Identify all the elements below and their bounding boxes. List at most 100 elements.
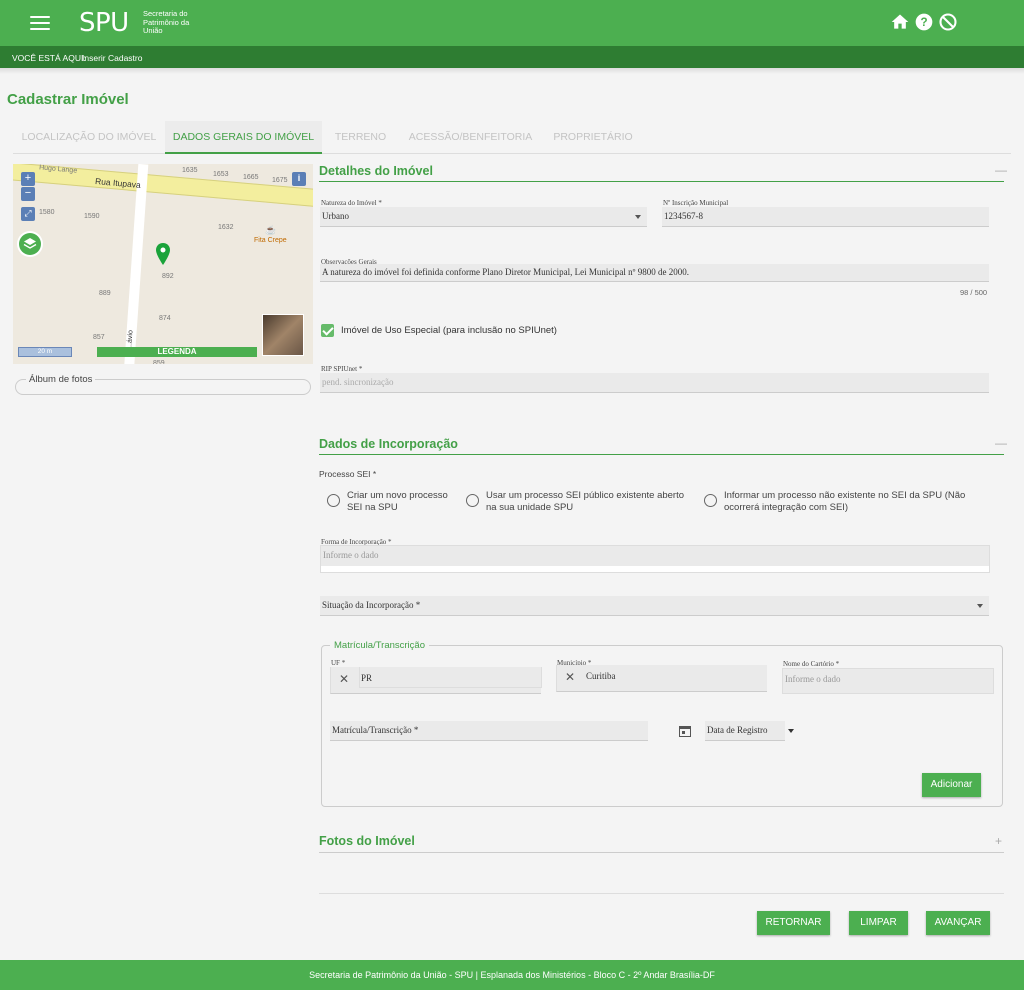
forma-incorporacao-input[interactable]: Informe o dado xyxy=(320,545,990,573)
spu-logo: SPU xyxy=(79,8,129,38)
info-button[interactable]: i xyxy=(292,172,306,186)
footer: Secretaria de Patrimônio da União - SPU … xyxy=(0,960,1024,990)
layers-icon xyxy=(23,238,37,249)
dropdown-arrow-icon xyxy=(977,604,983,608)
breadcrumb-current[interactable]: Inserir Cadastro xyxy=(82,53,142,63)
forma-incorporacao-placeholder: Informe o dado xyxy=(323,550,379,560)
uf-value: PR xyxy=(361,673,373,683)
album-fieldset[interactable]: Álbum de fotos xyxy=(15,374,311,395)
map-number: 859 xyxy=(153,360,165,364)
breadcrumb-label: VOCÊ ESTÁ AQUI: xyxy=(12,53,86,63)
section-incorporacao-title: Dados de Incorporação xyxy=(319,437,458,451)
map-number: 1632 xyxy=(218,224,234,231)
map-number: 857 xyxy=(93,334,105,341)
map-number: 892 xyxy=(162,273,174,280)
clear-municipio-icon[interactable]: ✕ xyxy=(565,670,575,684)
clear-uf-icon[interactable]: ✕ xyxy=(339,672,349,686)
tab-bar: LOCALIZAÇÃO DO IMÓVEL DADOS GERAIS DO IM… xyxy=(13,121,1011,154)
map-number: 874 xyxy=(159,315,171,322)
uf-label: UF * xyxy=(331,659,346,667)
svg-text:?: ? xyxy=(920,16,927,29)
map-number: 1675 xyxy=(272,177,288,184)
tab-acessao[interactable]: ACESSÃO/BENFEITORIA xyxy=(399,121,542,154)
inscricao-input[interactable]: 1234567-8 xyxy=(662,207,989,227)
natureza-select[interactable]: Urbano xyxy=(320,207,647,227)
layers-button[interactable] xyxy=(19,233,41,255)
calendar-icon[interactable] xyxy=(679,725,691,737)
inscricao-label: Nº Inscrição Municipal xyxy=(663,199,729,207)
map-number: 1653 xyxy=(213,171,229,178)
natureza-value: Urbano xyxy=(322,211,349,221)
situacao-incorporacao-label: Situação da Incorporação * xyxy=(322,600,421,610)
map-scale: 20 m xyxy=(18,347,72,357)
radio-processo-externo-label[interactable]: Informar um processo não existente no SE… xyxy=(724,490,974,513)
radio-processo-externo[interactable] xyxy=(704,494,717,507)
zoom-out-button[interactable]: − xyxy=(21,187,35,201)
data-registro-select[interactable]: Data de Registro xyxy=(705,721,785,741)
location-pin-icon[interactable] xyxy=(156,243,170,265)
header-shadow xyxy=(0,68,1024,74)
retornar-button[interactable]: RETORNAR xyxy=(757,911,830,935)
zoom-in-button[interactable]: + xyxy=(21,172,35,186)
map-number: 1665 xyxy=(243,174,259,181)
avancar-button[interactable]: AVANÇAR xyxy=(926,911,990,935)
album-label: Álbum de fotos xyxy=(26,374,96,385)
matricula-input[interactable]: Matrícula/Transcrição * xyxy=(330,721,648,741)
radio-processo-existente[interactable] xyxy=(466,494,479,507)
cartorio-input[interactable]: Informe o dado xyxy=(782,668,994,694)
block-icon[interactable] xyxy=(938,12,958,32)
dropdown-arrow-icon xyxy=(635,215,641,219)
municipio-value: Curitiba xyxy=(586,671,616,681)
municipio-autocomplete[interactable]: ✕ Curitiba xyxy=(556,665,767,692)
section-divider xyxy=(319,181,1004,182)
char-counter: 98 / 500 xyxy=(960,288,988,297)
radio-novo-processo-label[interactable]: Criar um novo processo SEI na SPU xyxy=(347,490,457,513)
expand-fotos-button[interactable]: + xyxy=(995,834,1002,848)
processo-sei-label: Processo SEI * xyxy=(319,469,377,479)
map-number: 1580 xyxy=(39,209,55,216)
map-poi-label: Fita Crepe xyxy=(254,237,287,244)
fullscreen-icon[interactable]: ⤢ xyxy=(21,207,35,221)
hamburger-menu-icon[interactable] xyxy=(30,16,50,32)
map-number: 1635 xyxy=(182,167,198,174)
rip-input: pend. sincronização xyxy=(320,373,989,393)
breadcrumb: VOCÊ ESTÁ AQUI: Inserir Cadastro xyxy=(0,46,1024,68)
radio-novo-processo[interactable] xyxy=(327,494,340,507)
section-divider xyxy=(319,852,1004,853)
collapse-detalhes-button[interactable]: — xyxy=(995,163,1007,177)
top-bar: SPU Secretaria do Patrimônio da União ? xyxy=(0,0,1024,46)
actions-divider xyxy=(319,893,1004,894)
help-icon[interactable]: ? xyxy=(914,12,934,32)
limpar-button[interactable]: LIMPAR xyxy=(849,911,908,935)
input-underline xyxy=(321,566,989,572)
uso-especial-checkbox[interactable] xyxy=(321,324,334,337)
legend-button[interactable]: LEGENDA xyxy=(97,347,257,357)
map-number: 889 xyxy=(99,290,111,297)
home-icon[interactable] xyxy=(890,12,910,32)
situacao-incorporacao-select[interactable]: Situação da Incorporação * xyxy=(320,596,989,616)
matricula-legend: Matrícula/Transcrição xyxy=(330,640,429,651)
tab-proprietario[interactable]: PROPRIETÁRIO xyxy=(542,121,644,154)
tab-dados-gerais[interactable]: DADOS GERAIS DO IMÓVEL xyxy=(165,121,322,154)
uso-especial-label[interactable]: Imóvel de Uso Especial (para inclusão no… xyxy=(341,325,557,336)
cartorio-label: Nome do Cartório * xyxy=(783,660,840,668)
shop-icon: ☕ xyxy=(265,225,277,235)
section-detalhes-title: Detalhes do Imóvel xyxy=(319,164,433,178)
section-divider xyxy=(319,454,1004,455)
dropdown-arrow-icon[interactable] xyxy=(788,729,794,733)
logo-subtitle: Secretaria do Patrimônio da União xyxy=(143,9,190,35)
adicionar-button[interactable]: Adicionar xyxy=(922,773,981,797)
natureza-label: Natureza do Imóvel * xyxy=(321,199,382,207)
location-map[interactable]: Rua Itupava Hugo Lange ...ávio 1635 1653… xyxy=(13,164,313,364)
uf-autocomplete[interactable]: ✕ PR xyxy=(330,667,542,694)
street-view-thumbnail[interactable] xyxy=(262,314,304,356)
observacoes-textarea[interactable]: A natureza do imóvel foi definida confor… xyxy=(320,264,989,282)
tab-localizacao[interactable]: LOCALIZAÇÃO DO IMÓVEL xyxy=(13,121,165,154)
page-title: Cadastrar Imóvel xyxy=(7,91,129,108)
cartorio-placeholder: Informe o dado xyxy=(785,674,841,684)
tab-terreno[interactable]: TERRENO xyxy=(322,121,399,154)
map-number: 1590 xyxy=(84,213,100,220)
radio-processo-existente-label[interactable]: Usar um processo SEI público existente a… xyxy=(486,490,691,513)
collapse-incorporacao-button[interactable]: — xyxy=(995,436,1007,450)
rip-label: RIP SPIUnet * xyxy=(321,365,363,373)
